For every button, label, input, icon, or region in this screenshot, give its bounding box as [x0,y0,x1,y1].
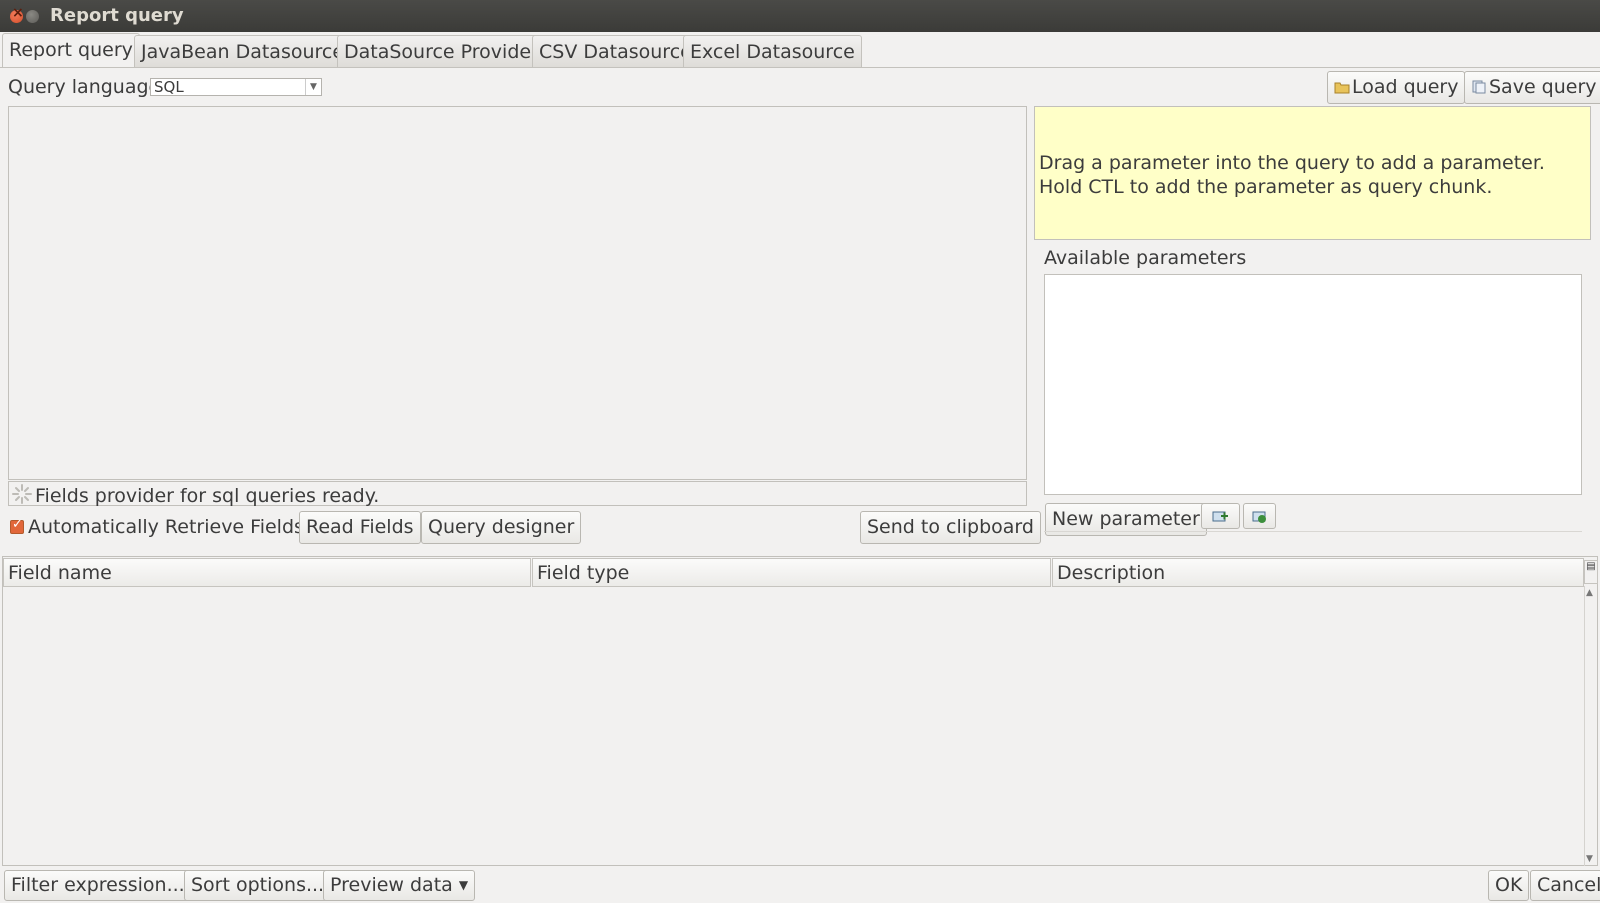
scroll-up-icon[interactable]: ▲ [1586,588,1593,598]
parameter-edit-icon [1252,511,1266,523]
available-parameters-label: Available parameters [1044,247,1247,269]
parameter-hint: Drag a parameter into the query to add a… [1034,106,1591,240]
status-text: Fields provider for sql queries ready. [35,485,380,507]
column-header-field-name[interactable]: Field name [3,558,531,587]
chevron-down-icon: ▼ [305,79,321,95]
column-header-field-type[interactable]: Field type [532,558,1051,587]
query-editor[interactable] [8,106,1027,480]
save-icon [1472,80,1486,94]
save-query-button[interactable]: Save query [1464,71,1600,104]
scroll-down-icon[interactable]: ▼ [1586,854,1593,864]
tab-javabean-datasource[interactable]: JavaBean Datasource [134,35,352,67]
minimize-icon[interactable] [26,10,39,23]
tab-report-query[interactable]: Report query [2,33,140,68]
load-query-button[interactable]: Load query [1327,71,1466,104]
spinner-icon [12,484,32,504]
panel-separator [1044,531,1582,532]
fields-table[interactable] [2,556,1598,866]
query-language-value: SQL [154,78,184,96]
query-designer-button[interactable]: Query designer [421,511,582,544]
tab-excel-datasource[interactable]: Excel Datasource [683,35,862,67]
read-fields-button[interactable]: Read Fields [299,511,421,544]
preview-data-button[interactable]: Preview data ▼ [323,870,476,901]
column-header-description[interactable]: Description [1052,558,1584,587]
tab-divider [0,67,1600,68]
parameter-tool-button-2[interactable] [1243,503,1276,529]
parameter-tool-button-1[interactable] [1201,503,1240,529]
auto-retrieve-checkbox[interactable] [10,517,24,534]
auto-retrieve-label: Automatically Retrieve Fields [28,516,304,538]
tab-csv-datasource[interactable]: CSV Datasource [532,35,699,67]
sort-options-button[interactable]: Sort options... [184,870,332,901]
query-language-label: Query language [8,76,161,98]
parameter-list[interactable] [1044,274,1582,495]
caret-down-icon: ▼ [458,878,469,892]
close-icon[interactable] [10,5,24,23]
title-bar: Report query [0,0,1600,32]
query-language-select[interactable]: SQL ▼ [150,78,322,96]
cancel-button[interactable]: Cancel [1530,870,1600,901]
column-menu-icon[interactable]: ▤ [1584,560,1598,584]
filter-expression-button[interactable]: Filter expression... [4,870,192,901]
send-to-clipboard-button[interactable]: Send to clipboard [860,511,1041,544]
parameter-add-icon [1212,511,1228,522]
folder-icon [1334,82,1350,94]
table-scrollbar[interactable] [1584,586,1598,866]
tab-datasource-provider[interactable]: DataSource Provider [337,35,546,67]
window-title: Report query [50,5,184,26]
ok-button[interactable]: OK [1488,870,1530,901]
